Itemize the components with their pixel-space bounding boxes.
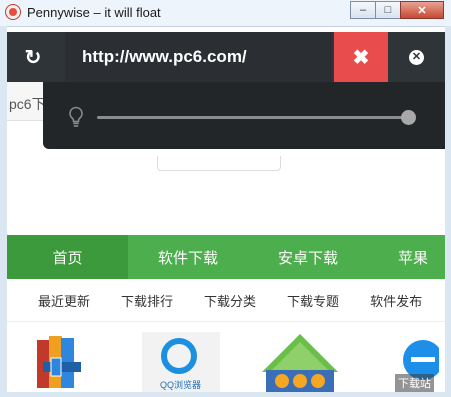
subnav-ranking[interactable]: 下载排行 bbox=[121, 291, 173, 310]
opacity-slider-handle[interactable] bbox=[401, 110, 416, 125]
nav-item-home[interactable]: 首页 bbox=[7, 235, 128, 279]
pennywise-toolbar: ↻ ✖ ✕ bbox=[7, 32, 445, 82]
winrar-icon bbox=[37, 336, 81, 388]
qq-browser-icon: QQ浏览器 bbox=[142, 332, 220, 392]
window-frame-bottom bbox=[0, 392, 451, 397]
window-title: Pennywise – it will float bbox=[27, 5, 161, 20]
minimize-button[interactable]: – bbox=[350, 1, 376, 19]
qq-logo-ring bbox=[161, 338, 197, 374]
app-list: QQ浏览器 下载站 bbox=[7, 322, 445, 392]
download-site-badge: 下载站 bbox=[395, 374, 434, 392]
refresh-icon: ↻ bbox=[24, 46, 42, 69]
window-titlebar: Pennywise – it will float – □ ✕ bbox=[0, 0, 451, 27]
window-frame-right bbox=[445, 26, 451, 397]
refresh-button[interactable]: ↻ bbox=[7, 32, 59, 82]
pennywise-app-icon bbox=[5, 4, 21, 20]
opacity-slider[interactable] bbox=[97, 110, 416, 125]
times-icon: ✖ bbox=[352, 46, 370, 69]
app-tile-qq-browser[interactable]: QQ浏览器 bbox=[142, 332, 222, 392]
search-box-edge bbox=[157, 156, 281, 171]
main-nav: 首页 软件下载 安卓下载 苹果 bbox=[7, 235, 445, 279]
app-tile-winrar[interactable] bbox=[35, 332, 115, 392]
opacity-panel bbox=[43, 82, 445, 149]
lightbulb-icon bbox=[69, 106, 83, 127]
page-tab-label: pc6下 bbox=[9, 96, 46, 112]
url-input[interactable] bbox=[65, 32, 332, 82]
subnav-publish[interactable]: 软件发布 bbox=[370, 291, 422, 310]
window-frame-left bbox=[0, 26, 7, 397]
sub-nav: 最近更新 下载排行 下载分类 下载专题 软件发布 bbox=[7, 279, 445, 322]
nav-item-software[interactable]: 软件下载 bbox=[128, 235, 248, 279]
subnav-latest[interactable]: 最近更新 bbox=[38, 291, 90, 310]
times-circle-icon: ✕ bbox=[409, 49, 424, 65]
subnav-topics[interactable]: 下载专题 bbox=[287, 291, 339, 310]
maximize-button[interactable]: □ bbox=[375, 1, 401, 19]
close-window-button[interactable]: ✕ bbox=[400, 1, 444, 19]
close-app-button[interactable]: ✕ bbox=[388, 32, 445, 82]
wps-icon bbox=[262, 334, 338, 392]
nav-item-android[interactable]: 安卓下载 bbox=[248, 235, 368, 279]
window-controls: – □ ✕ bbox=[350, 1, 444, 19]
page-tab[interactable]: pc6下 bbox=[7, 82, 46, 121]
subnav-category[interactable]: 下载分类 bbox=[204, 291, 256, 310]
nav-item-apple[interactable]: 苹果 bbox=[368, 235, 445, 279]
app-tile-wps[interactable] bbox=[260, 332, 340, 392]
clear-url-button[interactable]: ✖ bbox=[334, 32, 388, 82]
qq-browser-label: QQ浏览器 bbox=[160, 380, 202, 390]
